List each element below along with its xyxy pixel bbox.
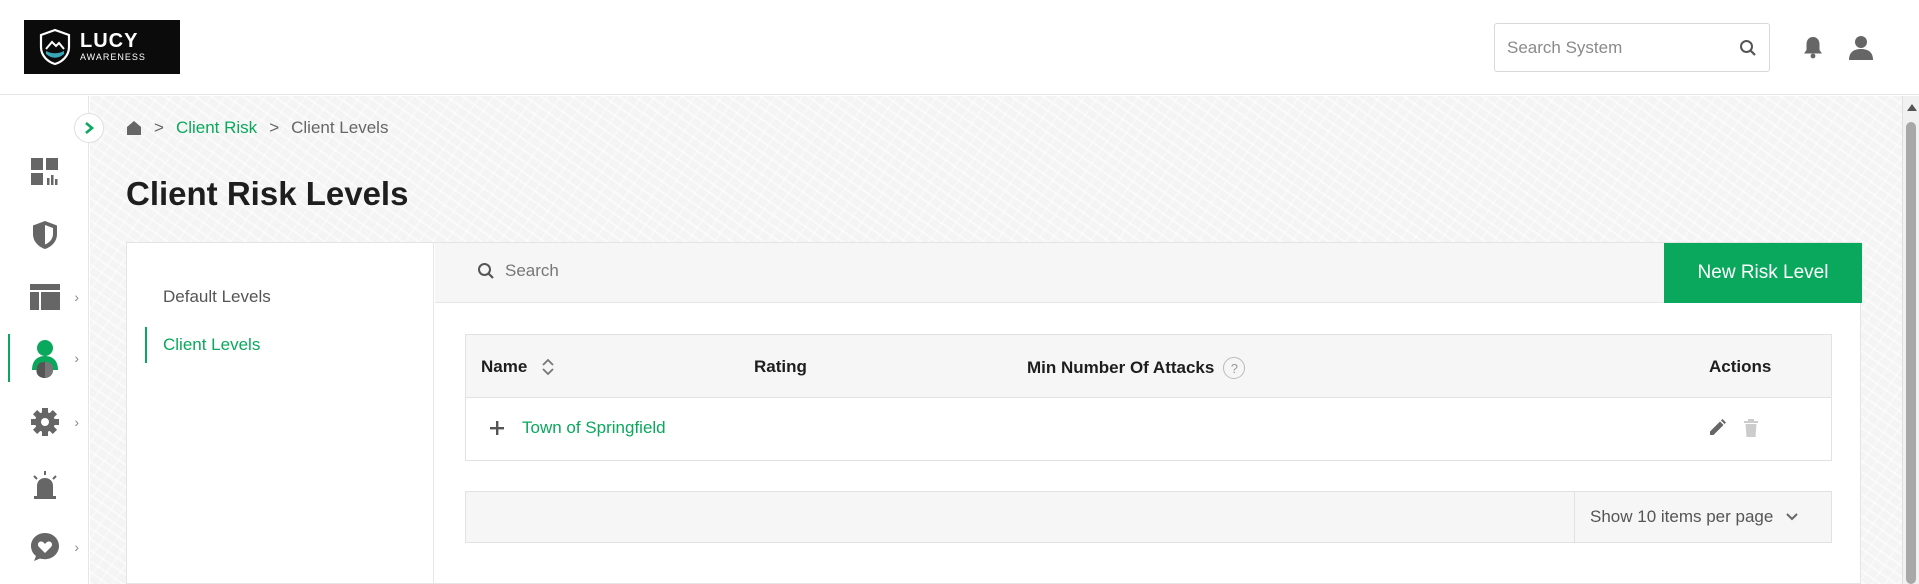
risk-levels-table: Name Rating Min Number Of Attacks ? Acti…	[465, 334, 1832, 461]
chevron-right-icon: ›	[74, 539, 79, 555]
top-header: LUCY AWARENESS	[0, 0, 1919, 95]
column-actions-label: Actions	[1709, 357, 1772, 376]
content-card: Default Levels Client Levels New Risk Le…	[126, 242, 1862, 584]
left-rail: › › › ›	[0, 96, 89, 584]
scroll-thumb[interactable]	[1906, 122, 1916, 584]
chevron-down-icon	[1786, 513, 1799, 521]
heart-chat-icon	[30, 533, 59, 561]
shield-icon	[32, 221, 57, 249]
lucy-logo[interactable]: LUCY AWARENESS	[24, 20, 180, 74]
row-name-link[interactable]: Town of Springfield	[522, 418, 666, 438]
table-search-input[interactable]	[505, 261, 1105, 281]
table-toolbar: New Risk Level	[435, 243, 1862, 303]
expand-row-icon[interactable]	[487, 418, 507, 438]
breadcrumb-separator: >	[269, 118, 280, 137]
search-icon	[478, 263, 494, 279]
system-search[interactable]	[1494, 23, 1770, 72]
rail-item-alerts[interactable]	[0, 459, 89, 511]
chevron-right-icon: ›	[74, 289, 79, 305]
logo-shield-icon	[39, 28, 71, 66]
table-search[interactable]	[477, 261, 1105, 281]
search-icon[interactable]	[1739, 39, 1757, 57]
client-icon	[31, 340, 58, 378]
bell-icon[interactable]	[1800, 34, 1826, 60]
chevron-right-icon: ›	[74, 414, 79, 430]
chevron-right-icon	[85, 122, 95, 134]
breadcrumb: > Client Risk > Client Levels	[126, 118, 388, 138]
system-search-input[interactable]	[1507, 37, 1739, 58]
home-icon[interactable]	[126, 120, 142, 136]
subnav-default-levels[interactable]: Default Levels	[127, 279, 434, 315]
scroll-up-arrow-icon[interactable]	[1907, 104, 1917, 111]
subnav-client-levels[interactable]: Client Levels	[127, 327, 434, 363]
edit-icon[interactable]	[1707, 418, 1727, 438]
column-min-attacks-label: Min Number Of Attacks	[1027, 358, 1215, 377]
delete-icon[interactable]	[1742, 418, 1762, 438]
rail-item-campaigns[interactable]: ›	[0, 271, 89, 323]
rail-expand-toggle[interactable]	[74, 113, 104, 143]
page-scrollbar[interactable]	[1902, 96, 1919, 584]
chevron-right-icon: ›	[74, 350, 79, 366]
logo-brand-text: LUCY	[80, 30, 139, 52]
column-rating-label: Rating	[754, 357, 807, 376]
new-risk-level-button[interactable]: New Risk Level	[1664, 243, 1862, 303]
rail-item-clients[interactable]: ›	[0, 332, 89, 384]
column-actions: Actions	[1709, 357, 1771, 377]
logo-sub-text: AWARENESS	[80, 52, 146, 62]
rail-item-support[interactable]: ›	[0, 521, 89, 573]
user-icon[interactable]	[1848, 34, 1874, 60]
help-icon[interactable]: ?	[1223, 357, 1246, 379]
gear-icon	[30, 408, 59, 436]
rail-item-settings[interactable]: ›	[0, 396, 89, 448]
table-header: Name Rating Min Number Of Attacks ? Acti…	[466, 335, 1831, 398]
sub-navigation: Default Levels Client Levels	[127, 243, 434, 584]
column-min-attacks: Min Number Of Attacks ?	[1027, 357, 1246, 379]
rail-item-security[interactable]	[0, 209, 89, 261]
breadcrumb-separator: >	[154, 118, 164, 137]
dashboard-icon	[30, 158, 58, 185]
column-rating: Rating	[754, 357, 807, 377]
sort-icon[interactable]	[541, 357, 555, 377]
breadcrumb-client-risk[interactable]: Client Risk	[176, 118, 257, 138]
pagination-bar: Show 10 items per page	[465, 491, 1832, 543]
rail-item-dashboard[interactable]	[0, 146, 89, 198]
page-title: Client Risk Levels	[126, 175, 409, 212]
column-name-label: Name	[481, 357, 528, 376]
items-per-page-select[interactable]: Show 10 items per page	[1574, 492, 1831, 542]
items-per-page-label: Show 10 items per page	[1590, 507, 1774, 526]
layout-icon	[29, 284, 60, 310]
column-name[interactable]: Name	[481, 357, 555, 377]
siren-icon	[32, 471, 57, 499]
table-row: Town of Springfield	[466, 398, 1831, 460]
breadcrumb-current: Client Levels	[291, 118, 389, 137]
